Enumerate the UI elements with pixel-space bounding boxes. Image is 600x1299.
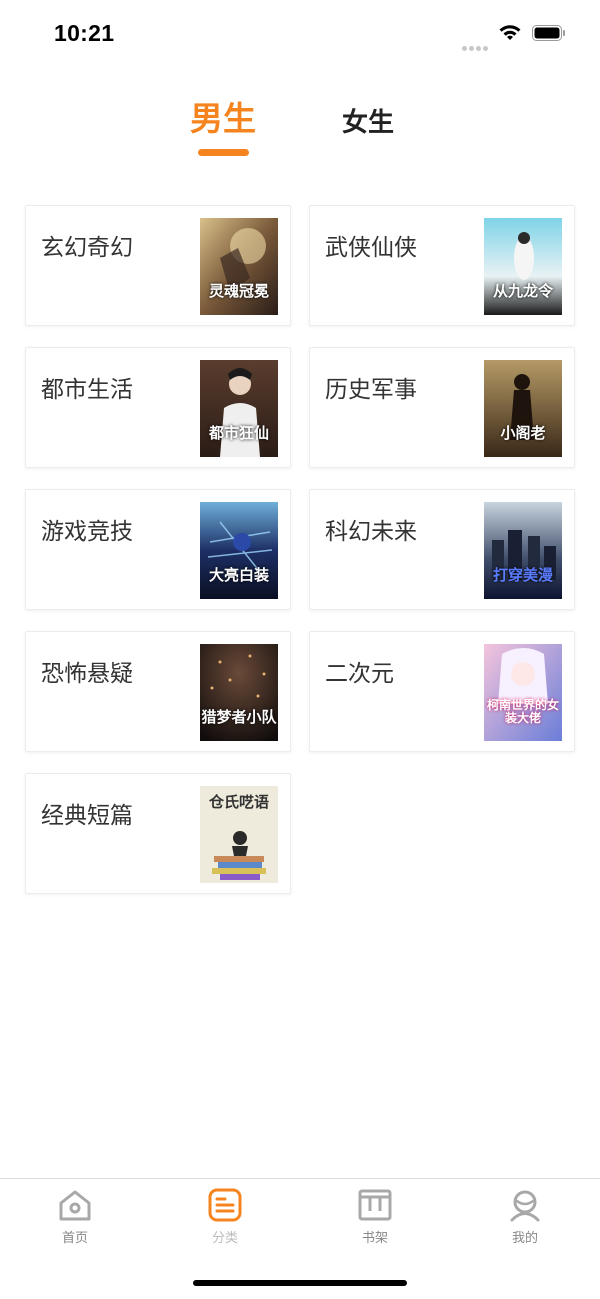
status-bar: 10:21 bbox=[0, 0, 600, 66]
cover-title: 小阁老 bbox=[500, 423, 546, 442]
tab-female[interactable]: 女生 bbox=[342, 102, 394, 139]
category-card-kongbu[interactable]: 恐怖悬疑 猎梦者小队 bbox=[25, 631, 291, 752]
status-time: 10:21 bbox=[54, 20, 115, 46]
book-cover: 猎梦者小队 bbox=[200, 644, 278, 741]
book-cover: 都市狂仙 bbox=[200, 360, 278, 457]
category-card-xuanhuan[interactable]: 玄幻奇幻 灵魂冠冕 bbox=[25, 205, 291, 326]
cover-title: 从九龙令 bbox=[492, 281, 553, 300]
book-cover: 仓氏呓语 bbox=[200, 786, 278, 883]
cover-title: 仓氏呓语 bbox=[208, 793, 269, 811]
category-card-wuxia[interactable]: 武侠仙侠 从九龙令 bbox=[309, 205, 575, 326]
tab-label: 首页 bbox=[61, 1231, 88, 1246]
bookshelf-icon bbox=[358, 1189, 392, 1221]
category-label: 科幻未来 bbox=[325, 519, 417, 545]
signal-icon bbox=[462, 36, 490, 51]
book-cover: 小阁老 bbox=[484, 360, 562, 457]
cover-title: 都市狂仙 bbox=[208, 423, 269, 442]
category-card-dushi[interactable]: 都市生活 都市狂仙 bbox=[25, 347, 291, 468]
tab-male[interactable]: 男生 bbox=[190, 92, 256, 140]
profile-icon bbox=[510, 1190, 540, 1222]
category-label: 二次元 bbox=[325, 661, 394, 687]
category-label: 游戏竞技 bbox=[41, 519, 133, 545]
tab-category[interactable]: 分类 bbox=[185, 1187, 265, 1246]
tab-home[interactable]: 首页 bbox=[35, 1187, 115, 1246]
category-label: 武侠仙侠 bbox=[325, 235, 417, 261]
active-tab-indicator bbox=[198, 149, 249, 156]
category-card-youxi[interactable]: 游戏竞技 大亮白装 bbox=[25, 489, 291, 610]
cover-title: 柯南世界的女装大佬 bbox=[486, 697, 559, 725]
tab-label: 书架 bbox=[361, 1231, 388, 1246]
cover-title: 猎梦者小队 bbox=[201, 707, 277, 726]
category-label: 经典短篇 bbox=[41, 803, 133, 829]
wifi-icon bbox=[499, 25, 521, 40]
cover-title: 大亮白装 bbox=[208, 565, 269, 584]
home-indicator bbox=[193, 1280, 407, 1286]
book-cover: 灵魂冠冕 bbox=[200, 218, 278, 315]
category-label: 恐怖悬疑 bbox=[41, 661, 133, 687]
category-card-lishi[interactable]: 历史军事 小阁老 bbox=[309, 347, 575, 468]
category-card-erciyuan[interactable]: 二次元 柯南世界的女装大佬 bbox=[309, 631, 575, 752]
book-cover: 从九龙令 bbox=[484, 218, 562, 315]
category-label: 都市生活 bbox=[41, 377, 133, 403]
category-icon bbox=[208, 1188, 242, 1222]
category-card-jingdian[interactable]: 经典短篇 仓氏呓语 bbox=[25, 773, 291, 894]
category-label: 历史军事 bbox=[325, 377, 417, 403]
tab-label: 分类 bbox=[211, 1231, 238, 1246]
book-cover: 柯南世界的女装大佬 bbox=[484, 644, 562, 741]
cover-title: 灵魂冠冕 bbox=[208, 281, 269, 300]
gender-tabs: 男生 女生 bbox=[0, 90, 600, 170]
category-card-kehuan[interactable]: 科幻未来 打穿美漫 bbox=[309, 489, 575, 610]
cover-title: 打穿美漫 bbox=[492, 565, 553, 584]
battery-icon bbox=[532, 25, 565, 41]
tab-bookshelf[interactable]: 书架 bbox=[335, 1187, 415, 1246]
tab-profile[interactable]: 我的 bbox=[485, 1187, 565, 1246]
book-cover: 打穿美漫 bbox=[484, 502, 562, 599]
home-icon bbox=[59, 1190, 91, 1221]
tab-label: 我的 bbox=[511, 1231, 538, 1246]
category-label: 玄幻奇幻 bbox=[41, 235, 133, 261]
book-cover: 大亮白装 bbox=[200, 502, 278, 599]
